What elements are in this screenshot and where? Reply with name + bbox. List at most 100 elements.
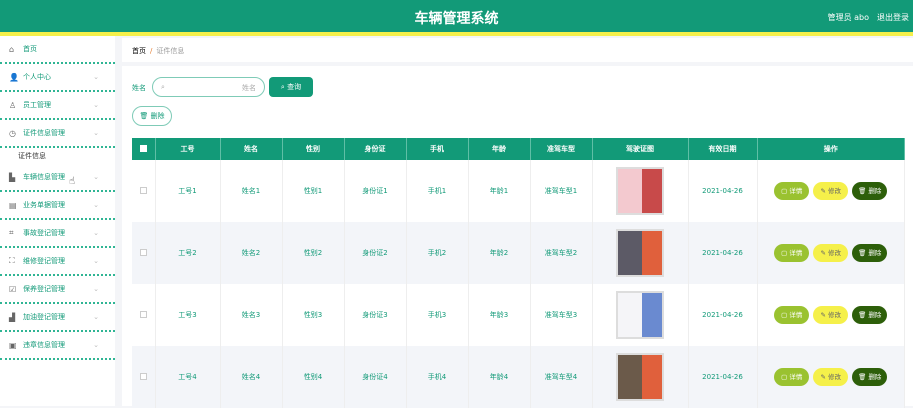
- detail-button[interactable]: ▢ 详情: [774, 182, 809, 200]
- sidebar-item[interactable]: ⛶维修登记管理⌄: [0, 248, 115, 276]
- chevron-down-icon: ⌄: [93, 257, 99, 265]
- document-icon: ▤: [9, 201, 17, 210]
- actions-cell: ▢ 详情✎ 修改🗑 删除: [757, 346, 905, 408]
- search-icon: ⌕: [161, 83, 165, 91]
- vehicle-icon: ▙: [9, 173, 17, 182]
- sidebar-item[interactable]: ◷证件信息管理⌄: [0, 120, 115, 148]
- table-cell: 身份证3: [344, 284, 406, 346]
- sidebar-item[interactable]: ▙车辆信息管理⌄: [0, 164, 115, 192]
- table-cell: 姓名1: [220, 160, 282, 222]
- detail-button[interactable]: ▢ 详情: [774, 306, 809, 324]
- sidebar-item[interactable]: ⌂首页: [0, 36, 115, 64]
- row-checkbox[interactable]: [140, 187, 147, 194]
- edit-button[interactable]: ✎ 修改: [813, 244, 848, 262]
- sidebar-item-label: 员工管理: [23, 100, 51, 110]
- sidebar-item[interactable]: ▟加油登记管理⌄: [0, 304, 115, 332]
- sidebar-item[interactable]: ☑保养登记管理⌄: [0, 276, 115, 304]
- top-bar: 车辆管理系统 管理员 abo 退出登录: [0, 0, 913, 32]
- row-checkbox[interactable]: [140, 249, 147, 256]
- app-title: 车辆管理系统: [0, 8, 913, 28]
- table-cell: 准驾车型2: [530, 222, 592, 284]
- table-cell: 年龄2: [468, 222, 530, 284]
- table-cell: 手机2: [406, 222, 468, 284]
- chevron-down-icon: ⌄: [93, 229, 99, 237]
- column-header: 手机: [406, 138, 468, 160]
- delete-button[interactable]: 🗑 删除: [852, 182, 887, 200]
- chevron-down-icon: ⌄: [93, 285, 99, 293]
- table-cell: 身份证1: [344, 160, 406, 222]
- column-header: 性别: [282, 138, 344, 160]
- detail-button[interactable]: ▢ 详情: [774, 244, 809, 262]
- select-all-checkbox[interactable]: [140, 145, 147, 152]
- detail-label: 详情: [789, 311, 802, 319]
- detail-label: 详情: [789, 373, 802, 381]
- delete-button[interactable]: 🗑 删除: [852, 244, 887, 262]
- license-image[interactable]: [616, 229, 664, 277]
- header-stripe: [0, 32, 913, 36]
- license-image-cell: [592, 160, 688, 222]
- edit-label: 修改: [828, 373, 841, 381]
- sidebar-item-label: 保养登记管理: [23, 284, 65, 294]
- sidebar-item[interactable]: ⌗事故登记管理⌄: [0, 220, 115, 248]
- current-user: 管理员 abo: [828, 12, 869, 23]
- detail-button[interactable]: ▢ 详情: [774, 368, 809, 386]
- edit-button[interactable]: ✎ 修改: [813, 306, 848, 324]
- license-image[interactable]: [616, 353, 664, 401]
- column-header: 年龄: [468, 138, 530, 160]
- chevron-down-icon: ⌄: [93, 341, 99, 349]
- column-header: 姓名: [220, 138, 282, 160]
- query-button[interactable]: ⌕ 查询: [269, 77, 313, 97]
- valid-date-cell: 2021-04-26: [688, 160, 757, 222]
- logout-link[interactable]: 退出登录: [877, 12, 909, 23]
- delete-button[interactable]: 🗑 删除: [852, 306, 887, 324]
- breadcrumb-home[interactable]: 首页: [132, 47, 146, 55]
- sidebar-item-label: 违章信息管理: [23, 340, 65, 350]
- detail-label: 详情: [789, 187, 802, 195]
- sidebar-subitem-certificate[interactable]: 证件信息: [0, 148, 115, 164]
- row-checkbox[interactable]: [140, 373, 147, 380]
- table-cell: 准驾车型3: [530, 284, 592, 346]
- table-cell: 性别4: [282, 346, 344, 408]
- edit-button[interactable]: ✎ 修改: [813, 368, 848, 386]
- license-image[interactable]: [616, 167, 664, 215]
- sidebar-item[interactable]: 👤个人中心⌄: [0, 64, 115, 92]
- delete-label: 删除: [868, 311, 881, 319]
- mouse-cursor-icon: ☝: [69, 176, 75, 187]
- row-select-cell: [132, 222, 155, 284]
- table-cell: 准驾车型1: [530, 160, 592, 222]
- sidebar-item-label: 加油登记管理: [23, 312, 65, 322]
- sidebar-item[interactable]: ♙员工管理⌄: [0, 92, 115, 120]
- table-row: 工号3姓名3性别3身份证3手机3年龄3准驾车型32021-04-26▢ 详情✎ …: [132, 284, 905, 346]
- column-header: 有效日期: [688, 138, 757, 160]
- edit-button[interactable]: ✎ 修改: [813, 182, 848, 200]
- crop-icon: ⌗: [9, 228, 17, 238]
- table-cell: 手机3: [406, 284, 468, 346]
- table-cell: 年龄3: [468, 284, 530, 346]
- sidebar-item[interactable]: ▤业务单据管理⌄: [0, 192, 115, 220]
- table-cell: 年龄1: [468, 160, 530, 222]
- detail-label: 详情: [789, 249, 802, 257]
- search-label: 姓名: [132, 83, 146, 93]
- chevron-down-icon: ⌄: [93, 173, 99, 181]
- sidebar-item-label: 维修登记管理: [23, 256, 65, 266]
- certificate-icon: ◷: [9, 129, 17, 138]
- license-image[interactable]: [616, 291, 664, 339]
- license-image-cell: [592, 284, 688, 346]
- name-search-input[interactable]: ⌕姓名: [152, 77, 265, 97]
- certificate-table: 工号姓名性别身份证手机年龄准驾车型驾驶证图有效日期操作 工号1姓名1性别1身份证…: [132, 138, 905, 408]
- sidebar-item[interactable]: ▣违章信息管理⌄: [0, 332, 115, 360]
- table-cell: 性别3: [282, 284, 344, 346]
- delete-label: 删除: [868, 373, 881, 381]
- table-cell: 手机1: [406, 160, 468, 222]
- column-header: 工号: [155, 138, 220, 160]
- row-select-cell: [132, 284, 155, 346]
- trash-icon: 🗑: [139, 112, 150, 120]
- delete-label: 删除: [868, 249, 881, 257]
- row-select-cell: [132, 346, 155, 408]
- row-select-cell: [132, 160, 155, 222]
- delete-button[interactable]: 🗑 删除: [852, 368, 887, 386]
- table-cell: 工号1: [155, 160, 220, 222]
- batch-delete-button[interactable]: 🗑 删除: [132, 106, 172, 126]
- breadcrumb-current: 证件信息: [156, 47, 184, 55]
- row-checkbox[interactable]: [140, 311, 147, 318]
